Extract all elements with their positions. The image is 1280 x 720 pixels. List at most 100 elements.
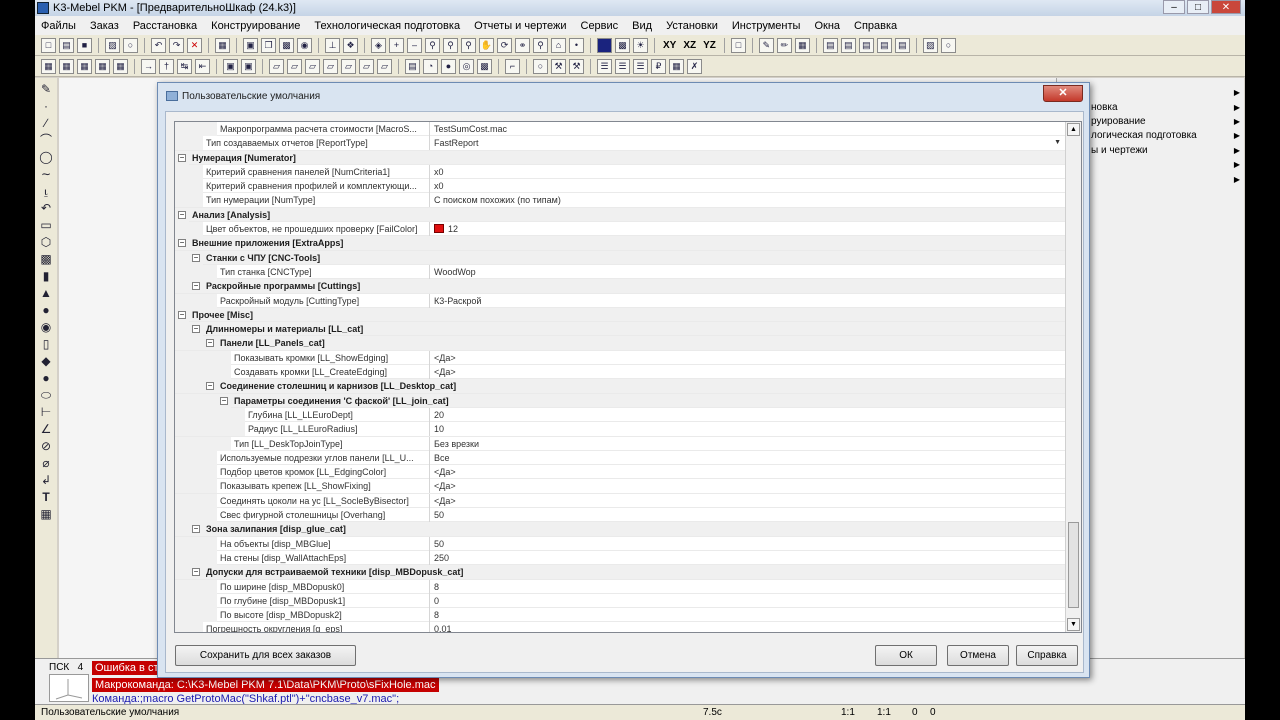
property-value[interactable]: 8 [429, 608, 1067, 623]
list2-icon[interactable]: ☰ [615, 58, 630, 74]
box-3d-icon[interactable]: ▩ [39, 252, 53, 266]
property-value[interactable]: С поиском похожих (по типам) [429, 193, 1067, 208]
collapse-icon[interactable]: − [178, 310, 186, 319]
property-category[interactable]: − Станки с ЧПУ [CNC-Tools] [175, 250, 1067, 265]
pin-icon[interactable]: † [159, 58, 174, 74]
collapse-icon[interactable]: − [206, 339, 214, 348]
polyline-icon[interactable]: ⍸ [39, 184, 53, 198]
property-value[interactable]: К3-Раскрой [429, 293, 1067, 308]
axis-icon[interactable]: ⊥ [325, 37, 340, 53]
scroll-thumb[interactable] [1068, 522, 1079, 608]
sphere-icon[interactable]: ● [39, 303, 53, 317]
profile-icon[interactable]: ⌐ [505, 58, 520, 74]
property-row[interactable]: Цвет объектов, не прошедших проверку [Fa… [175, 222, 1067, 237]
print2-icon[interactable]: ▨ [922, 37, 938, 53]
zoom-in-icon[interactable]: + [389, 37, 404, 53]
brush-icon[interactable]: ✏ [776, 37, 792, 53]
shape5-icon[interactable]: ▱ [341, 58, 356, 74]
list-icon[interactable]: ☰ [597, 58, 612, 74]
solid-shape-icon[interactable]: ◆ [39, 354, 53, 368]
rotate-icon[interactable]: ⟳ [497, 37, 512, 53]
property-row[interactable]: Используемые подрезки углов панели [LL_U… [175, 450, 1067, 466]
property-row[interactable]: Создавать кромки [LL_CreateEdging] <Да> [175, 365, 1067, 380]
collapse-icon[interactable]: − [192, 525, 200, 534]
vertical-scrollbar[interactable]: ▲ ▼ [1065, 122, 1081, 632]
property-value[interactable]: 0 [429, 593, 1067, 608]
dialog-close-button[interactable]: ✕ [1043, 85, 1083, 102]
property-value[interactable]: 12 [429, 222, 1067, 237]
property-category[interactable]: − Допуски для встраиваемой техники [disp_… [175, 565, 1067, 580]
property-row[interactable]: Показывать кромки [LL_ShowEdging] <Да> [175, 350, 1067, 366]
layer5-icon[interactable]: ▦ [113, 58, 128, 74]
ok-button[interactable]: ОК [875, 645, 937, 666]
property-row[interactable]: Тип нумерации [NumType] С поиском похожих… [175, 193, 1067, 208]
right-panel-item[interactable]: логическая подготовка [1091, 130, 1197, 141]
collapse-icon[interactable]: − [206, 382, 214, 391]
leader-icon[interactable]: ↲ [39, 473, 53, 487]
angle-icon[interactable]: ∠ [39, 422, 53, 436]
tool-icon[interactable]: ⚒ [569, 58, 584, 74]
collapse-icon[interactable]: − [192, 282, 200, 291]
frame-icon[interactable]: □ [730, 37, 746, 53]
cube-icon[interactable]: ❖ [343, 37, 358, 53]
right-panel-item[interactable]: руирование [1091, 116, 1146, 127]
body-icon[interactable]: ● [39, 371, 53, 385]
view-icon[interactable]: ◈ [371, 37, 386, 53]
handle-icon[interactable]: ● [441, 58, 456, 74]
property-value[interactable]: TestSumCost.mac [429, 122, 1067, 136]
property-row[interactable]: Критерий сравнения панелей [NumCriteria1… [175, 164, 1067, 180]
property-value[interactable]: 50 [429, 508, 1067, 523]
extrude-icon[interactable]: ▯ [39, 337, 53, 351]
property-row[interactable]: Соединять цоколи на ус [LL_SocleByBisect… [175, 493, 1067, 509]
shape7-icon[interactable]: ▱ [377, 58, 392, 74]
zoom-out-icon[interactable]: – [407, 37, 422, 53]
property-row[interactable]: Свес фигурной столешницы [Overhang] 50 [175, 508, 1067, 523]
orbit-icon[interactable]: ⚭ [515, 37, 530, 53]
property-row[interactable]: По высоте [disp_MBDopusk2] 8 [175, 608, 1067, 623]
diameter-icon[interactable]: ⌀ [39, 456, 53, 470]
property-row[interactable]: Макропрограмма расчета стоимости [MacroS… [175, 122, 1067, 137]
property-row[interactable]: Тип [LL_DeskTopJoinType] Без врезки [175, 436, 1067, 451]
collapse-icon[interactable]: − [192, 568, 200, 577]
doc5-icon[interactable]: ▤ [894, 37, 910, 53]
bulb-icon[interactable]: ○ [533, 58, 548, 74]
scroll-down-icon[interactable]: ▼ [1067, 618, 1080, 631]
grid-icon[interactable]: ▦ [215, 37, 230, 53]
scroll-up-icon[interactable]: ▲ [1067, 123, 1080, 136]
menu-tools[interactable]: Инструменты [732, 20, 801, 32]
radius-icon[interactable]: ⊘ [39, 439, 53, 453]
menu-tech-prep[interactable]: Технологическая подготовка [314, 20, 460, 32]
help-button[interactable]: Справка [1016, 645, 1078, 666]
property-value[interactable]: 50 [429, 536, 1067, 551]
property-category[interactable]: − Внешние приложения [ExtraApps] [175, 236, 1067, 251]
property-row[interactable]: Глубина [LL_LLEuroDept] 20 [175, 407, 1067, 423]
menu-settings[interactable]: Установки [666, 20, 718, 32]
arc-icon[interactable]: ⌒ [39, 133, 53, 147]
solid-icon[interactable]: ▩ [279, 37, 294, 53]
property-row[interactable]: Тип создаваемых отчетов [ReportType] Fast… [175, 136, 1067, 151]
property-value[interactable]: 250 [429, 550, 1067, 565]
zoom-all-icon[interactable]: ⚲ [443, 37, 458, 53]
pencil-icon[interactable]: ✎ [39, 82, 53, 96]
material-icon[interactable]: ▩ [615, 37, 630, 53]
property-value[interactable]: 8 [429, 579, 1067, 594]
rect-icon[interactable]: ▭ [39, 218, 53, 232]
collapse-icon[interactable]: − [192, 253, 200, 262]
property-row[interactable]: Тип станка [CNCType] WoodWop [175, 264, 1067, 280]
property-row[interactable]: Раскройный модуль [CuttingType] К3-Раскро… [175, 293, 1067, 308]
polygon-icon[interactable]: ⬡ [39, 235, 53, 249]
shape6-icon[interactable]: ▱ [359, 58, 374, 74]
dot-icon[interactable]: • [569, 37, 584, 53]
shape3-icon[interactable]: ▱ [305, 58, 320, 74]
zoom-extents-icon[interactable]: ⚲ [461, 37, 476, 53]
light-icon[interactable]: ☀ [633, 37, 648, 53]
cancel-button[interactable]: Отмена [947, 645, 1009, 666]
calc-icon[interactable]: ▦ [669, 58, 684, 74]
property-category[interactable]: − Прочее [Misc] [175, 307, 1067, 323]
panel2-icon[interactable]: ▣ [241, 58, 256, 74]
cross-icon[interactable]: ✗ [687, 58, 702, 74]
save-for-all-orders-button[interactable]: Сохранить для всех заказов [175, 645, 356, 666]
property-category[interactable]: − Раскройные программы [Cuttings] [175, 279, 1067, 294]
property-row[interactable]: По глубине [disp_MBDopusk1] 0 [175, 593, 1067, 609]
hardware-icon[interactable]: ▩ [477, 58, 492, 74]
